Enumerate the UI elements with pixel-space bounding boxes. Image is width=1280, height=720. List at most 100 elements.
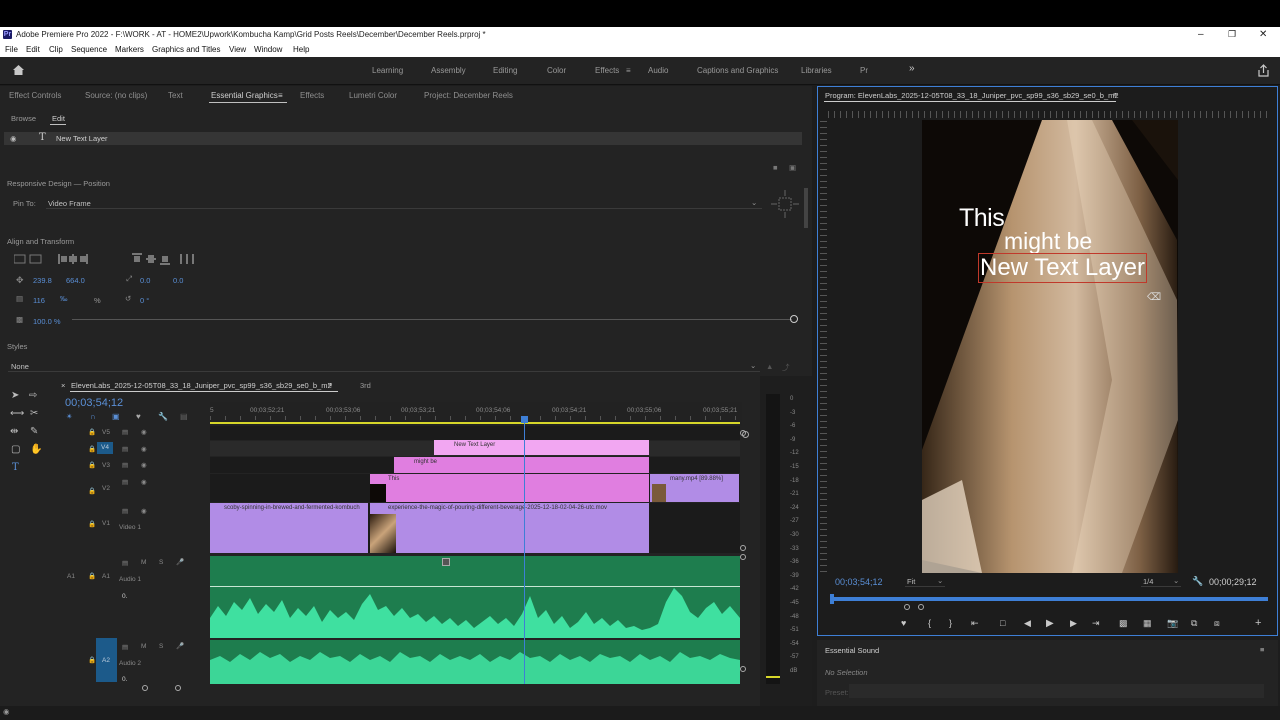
ripple-edit-tool-icon[interactable]: ⟷ [10,408,24,419]
v5-sync-icon[interactable]: ▤ [122,428,128,436]
workspace-menu-icon[interactable]: ≡ [626,66,631,75]
menu-window[interactable]: Window [254,45,282,54]
insert-icon[interactable]: ▩ [1119,618,1128,629]
vertical-scroll-handle[interactable] [740,545,746,551]
video-frame[interactable]: This might be New Text Layer ⌫ [922,120,1178,573]
zoom-handle-left[interactable] [904,604,910,610]
v1-eye-icon[interactable]: ◉ [141,507,147,515]
a2-lock-icon[interactable]: 🔒 [88,656,96,664]
mark-out-icon[interactable]: } [949,618,952,628]
add-marker-icon[interactable]: ♥ [901,618,906,628]
rectangle-tool-icon[interactable]: ▢ [11,444,20,455]
essential-sound-title[interactable]: Essential Sound [825,646,879,655]
track-select-tool-icon[interactable]: ⇨ [29,390,37,401]
push-style-icon[interactable]: ▲ [766,362,773,371]
slip-tool-icon[interactable]: ⇹ [10,426,18,437]
horizontal-scroll-handle[interactable] [175,685,181,691]
position-x-value[interactable]: 239.8 [33,276,52,285]
workspace-pr[interactable]: Pr [860,66,868,75]
timeline-settings-icon[interactable]: 🔧 [158,412,168,421]
v4-label[interactable]: V4 [97,442,113,454]
subtab-edit[interactable]: Edit [52,114,65,123]
share-icon[interactable] [1257,64,1270,77]
menu-edit[interactable]: Edit [26,45,40,54]
v5-lock-icon[interactable]: 🔒 [88,428,96,436]
step-back-icon[interactable]: ◀ [1024,618,1031,629]
v3-sync-icon[interactable]: ▤ [122,461,128,469]
wrench-icon[interactable]: 🔧 [1192,576,1203,587]
a1-source-label[interactable]: A1 [67,573,75,580]
workspace-learning[interactable]: Learning [372,66,403,75]
time-ruler[interactable]: 5 00;03;52;21 00;03;53;06 00;03;53;21 00… [210,402,749,438]
home-icon[interactable] [12,64,25,76]
go-to-in-icon[interactable]: ⇤ [971,618,979,629]
menu-view[interactable]: View [229,45,246,54]
fit-dropdown[interactable]: Fit ⌄ [905,575,945,587]
menu-clip[interactable]: Clip [49,45,63,54]
a1-voiceover-icon[interactable]: 🎤 [176,558,184,566]
a1-lock-icon[interactable]: 🔒 [88,572,96,580]
anchor-x-value[interactable]: 0.0 [140,276,150,285]
pen-tool-icon[interactable]: ✎ [30,426,38,437]
tab-effects[interactable]: Effects [300,91,324,100]
more-workspaces-icon[interactable]: » [909,63,915,74]
tab-menu-icon[interactable]: ≡ [278,91,283,100]
sync-style-icon[interactable]: ⤴ [782,362,790,373]
razor-tool-icon[interactable]: ✂ [30,408,38,419]
workspace-audio[interactable]: Audio [648,66,668,75]
a1-solo-button[interactable]: S [159,559,163,566]
v3-eye-icon[interactable]: ◉ [141,461,147,469]
v4-eye-icon[interactable]: ◉ [141,445,147,453]
v1-lock-icon[interactable]: 🔒 [88,520,96,528]
workspace-editing[interactable]: Editing [493,66,517,75]
vertical-scroll-handle[interactable] [740,666,746,672]
essential-sound-menu-icon[interactable]: ≡ [1260,645,1264,654]
v5-eye-icon[interactable]: ◉ [141,428,147,436]
a2-solo-button[interactable]: S [159,643,163,650]
program-title[interactable]: Program: ElevenLabs_2025-12-05T08_33_18_… [825,91,1119,100]
workspace-color[interactable]: Color [547,66,566,75]
pin-grid-icon[interactable] [770,189,800,219]
timeline-playhead[interactable] [524,422,525,684]
program-menu-icon[interactable]: ≡ [1113,90,1117,99]
add-marker-timeline-icon[interactable]: ♥ [136,412,141,421]
layer-row[interactable]: ◉ T New Text Layer [4,132,802,145]
program-timecode[interactable]: 00;03;54;12 [835,577,883,587]
v5-track[interactable] [210,426,740,440]
styles-dropdown[interactable]: None ⌄ [8,359,760,372]
panel-scrollbar[interactable] [804,188,808,228]
scale-value[interactable]: 116 [33,296,45,305]
go-to-out-icon[interactable]: ⇥ [1092,618,1100,629]
a2-voiceover-icon[interactable]: 🎤 [176,642,184,650]
anchor-y-value[interactable]: 0.0 [173,276,183,285]
overlay-text-new-text-layer[interactable]: New Text Layer [978,253,1147,283]
a2-volume[interactable]: 0. [122,676,127,683]
play-icon[interactable]: ▶ [1046,618,1054,629]
audio-2-clip[interactable] [210,640,740,684]
opacity-slider-handle[interactable] [790,315,798,323]
snap-icon[interactable]: ∩ [90,412,96,421]
menu-markers[interactable]: Markers [115,45,144,54]
work-area-bar[interactable] [210,422,740,424]
scoby-clip[interactable]: scoby-spinning-in-brewed-and-fermented-k… [210,503,368,553]
overwrite-icon[interactable]: ▦ [1143,618,1152,629]
a1-volume[interactable]: 0. [122,593,127,600]
tab-project[interactable]: Project: December Reels [424,91,513,100]
align-buttons-icon[interactable] [14,253,194,265]
tab-lumetri-color[interactable]: Lumetri Color [349,91,397,100]
captions-icon[interactable]: ▤ [180,412,188,421]
audio-1-clip[interactable] [210,556,740,638]
workspace-captions[interactable]: Captions and Graphics [697,66,778,75]
workspace-effects[interactable]: Effects [595,66,619,75]
step-forward-icon[interactable]: ▶ [1070,618,1077,629]
menu-graphics-and-titles[interactable]: Graphics and Titles [152,45,220,54]
sequence-tab[interactable]: ElevenLabs_2025-12-05T08_33_18_Juniper_p… [71,381,332,390]
tab-3rd[interactable]: 3rd [360,381,371,390]
v3-lock-icon[interactable]: 🔒 [88,461,96,469]
v1-sync-icon[interactable]: ▤ [122,507,128,515]
tab-text[interactable]: Text [168,91,183,100]
new-layer-icon[interactable]: ▣ [789,163,796,172]
this-clip[interactable]: This [370,474,649,502]
minimize-icon[interactable]: – [1198,29,1204,40]
mark-in-icon[interactable]: { [928,618,931,628]
